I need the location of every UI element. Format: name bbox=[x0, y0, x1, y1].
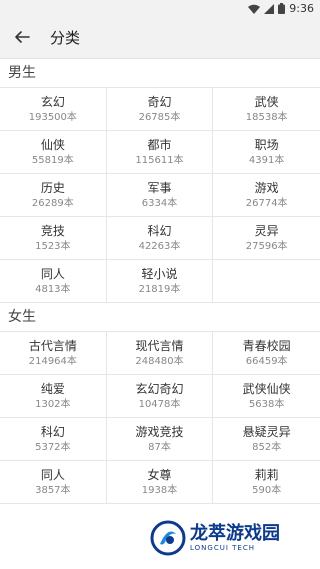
battery-icon bbox=[278, 3, 286, 14]
page-title: 分类 bbox=[50, 28, 81, 47]
category-name: 灵异 bbox=[254, 223, 279, 238]
category-count: 1302本 bbox=[35, 398, 71, 410]
category-item[interactable]: 职场 4391本 bbox=[213, 131, 320, 174]
category-count: 1938本 bbox=[141, 484, 178, 496]
category-item[interactable]: 古代言情 214964本 bbox=[0, 332, 107, 375]
category-name: 玄幻 bbox=[40, 94, 65, 109]
category-count: 26289本 bbox=[31, 197, 74, 209]
category-count: 27596本 bbox=[245, 240, 288, 252]
category-item[interactable]: 青春校园 66459本 bbox=[213, 332, 320, 375]
category-grid-male: 玄幻 193500本 奇幻 26785本 武侠 18538本 仙侠 55819本 都市 1… bbox=[0, 87, 320, 303]
category-name: 都市 bbox=[147, 137, 172, 152]
category-count: 248480本 bbox=[135, 355, 184, 367]
category-name: 同人 bbox=[40, 266, 65, 281]
category-item[interactable]: 同人 4813本 bbox=[0, 260, 107, 303]
category-count: 26785本 bbox=[138, 111, 181, 123]
category-item[interactable]: 奇幻 26785本 bbox=[106, 88, 214, 131]
category-name: 游戏竞技 bbox=[135, 424, 184, 439]
category-name: 同人 bbox=[40, 467, 65, 482]
category-item[interactable]: 历史 26289本 bbox=[0, 174, 107, 217]
category-count: 6334本 bbox=[141, 197, 178, 209]
signal-icon bbox=[264, 3, 275, 14]
category-name: 职场 bbox=[254, 137, 279, 152]
category-item[interactable]: 军事 6334本 bbox=[106, 174, 214, 217]
category-item[interactable]: 莉莉 590本 bbox=[213, 461, 320, 504]
category-item[interactable]: 武侠 18538本 bbox=[213, 88, 320, 131]
category-name: 玄幻奇幻 bbox=[135, 381, 184, 396]
empty-cell bbox=[213, 260, 320, 303]
category-list: 男生 玄幻 193500本 奇幻 26785本 武侠 18538本 仙侠 55819本 … bbox=[0, 59, 320, 504]
category-name: 武侠仙侠 bbox=[242, 381, 291, 396]
category-name: 历史 bbox=[40, 180, 65, 195]
category-grid-female: 古代言情 214964本 现代言情 248480本 青春校园 66459本 纯爱 130… bbox=[0, 331, 320, 504]
category-name: 女尊 bbox=[147, 467, 172, 482]
category-item[interactable]: 仙侠 55819本 bbox=[0, 131, 107, 174]
category-item[interactable]: 轻小说 21819本 bbox=[106, 260, 214, 303]
category-item[interactable]: 玄幻 193500本 bbox=[0, 88, 107, 131]
category-item[interactable]: 悬疑灵异 852本 bbox=[213, 418, 320, 461]
category-item[interactable]: 游戏 26774本 bbox=[213, 174, 320, 217]
category-count: 1523本 bbox=[35, 240, 71, 252]
category-name: 游戏 bbox=[254, 180, 279, 195]
watermark: 龙萃游戏园 LONGCUI TECH bbox=[150, 520, 280, 556]
status-time: 9:36 bbox=[289, 2, 314, 15]
category-count: 10478本 bbox=[138, 398, 181, 410]
category-count: 87本 bbox=[148, 441, 171, 453]
category-name: 竞技 bbox=[40, 223, 65, 238]
watermark-text: 龙萃游戏园 LONGCUI TECH bbox=[190, 522, 280, 553]
category-name: 科幻 bbox=[147, 223, 172, 238]
category-count: 5372本 bbox=[35, 441, 71, 453]
category-name: 古代言情 bbox=[28, 338, 77, 353]
category-item[interactable]: 灵异 27596本 bbox=[213, 217, 320, 260]
section-header-male: 男生 bbox=[8, 65, 36, 81]
category-item[interactable]: 女尊 1938本 bbox=[106, 461, 214, 504]
category-item[interactable]: 游戏竞技 87本 bbox=[106, 418, 214, 461]
category-count: 21819本 bbox=[138, 283, 181, 295]
category-item[interactable]: 科幻 42263本 bbox=[106, 217, 214, 260]
arrow-left-icon bbox=[15, 31, 30, 43]
category-count: 115611本 bbox=[135, 154, 184, 166]
category-item[interactable]: 纯爱 1302本 bbox=[0, 375, 107, 418]
category-name: 武侠 bbox=[254, 94, 279, 109]
category-count: 590本 bbox=[252, 484, 282, 496]
category-name: 轻小说 bbox=[141, 266, 178, 281]
category-count: 66459本 bbox=[245, 355, 288, 367]
category-count: 42263本 bbox=[138, 240, 181, 252]
category-count: 4813本 bbox=[35, 283, 71, 295]
section-header-female: 女生 bbox=[8, 309, 36, 325]
category-count: 5638本 bbox=[248, 398, 285, 410]
status-icons: 9:36 bbox=[248, 2, 314, 15]
category-count: 193500本 bbox=[28, 111, 77, 123]
category-name: 现代言情 bbox=[135, 338, 184, 353]
category-name: 悬疑灵异 bbox=[242, 424, 291, 439]
category-name: 科幻 bbox=[40, 424, 65, 439]
category-count: 18538本 bbox=[245, 111, 288, 123]
watermark-logo-icon bbox=[150, 520, 186, 556]
category-name: 仙侠 bbox=[40, 137, 65, 152]
category-count: 852本 bbox=[252, 441, 282, 453]
category-item[interactable]: 武侠仙侠 5638本 bbox=[213, 375, 320, 418]
category-item[interactable]: 竞技 1523本 bbox=[0, 217, 107, 260]
wifi-icon bbox=[248, 4, 261, 14]
category-name: 莉莉 bbox=[254, 467, 279, 482]
category-count: 55819本 bbox=[31, 154, 74, 166]
category-count: 214964本 bbox=[28, 355, 77, 367]
category-item[interactable]: 都市 115611本 bbox=[106, 131, 214, 174]
category-count: 26774本 bbox=[245, 197, 288, 209]
category-item[interactable]: 科幻 5372本 bbox=[0, 418, 107, 461]
category-count: 3857本 bbox=[35, 484, 71, 496]
app-bar: 分类 bbox=[0, 16, 320, 59]
category-name: 军事 bbox=[147, 180, 172, 195]
status-bar: 9:36 bbox=[0, 0, 320, 16]
watermark-subtitle: LONGCUI TECH bbox=[190, 543, 255, 552]
back-button[interactable] bbox=[2, 16, 42, 58]
category-item[interactable]: 同人 3857本 bbox=[0, 461, 107, 504]
category-name: 纯爱 bbox=[40, 381, 65, 396]
category-name: 奇幻 bbox=[147, 94, 172, 109]
watermark-title: 龙萃游戏园 bbox=[190, 522, 280, 544]
category-item[interactable]: 现代言情 248480本 bbox=[106, 332, 214, 375]
category-count: 4391本 bbox=[248, 154, 285, 166]
category-name: 青春校园 bbox=[242, 338, 291, 353]
category-item[interactable]: 玄幻奇幻 10478本 bbox=[106, 375, 214, 418]
